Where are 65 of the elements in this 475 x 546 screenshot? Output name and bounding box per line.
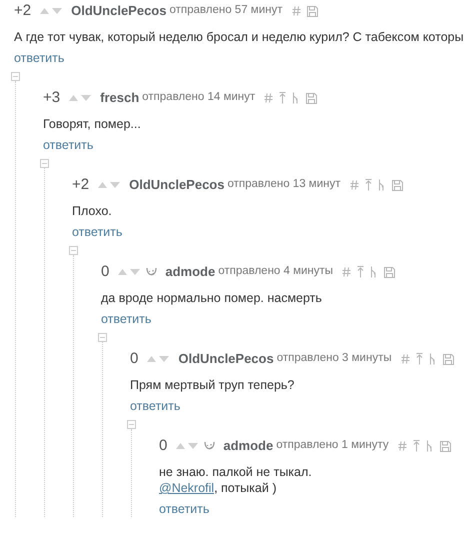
hash-icon[interactable] [350, 180, 358, 190]
comment-rating: 0 [130, 348, 138, 369]
comment-author[interactable]: OldUnclePecos [129, 175, 224, 195]
comment-time: отправлено 14 минут [142, 90, 256, 106]
branch-icon[interactable] [370, 266, 378, 278]
comment-rating: 0 [159, 436, 168, 456]
vote-arrows-icon[interactable] [68, 94, 92, 102]
branch-icon[interactable] [428, 353, 437, 365]
collapse-icon[interactable] [98, 333, 107, 342]
branch-icon[interactable] [378, 179, 386, 191]
reply-link[interactable]: ответить [14, 48, 64, 68]
comment-text: Плохо. [72, 203, 113, 219]
comment-time: отправлено 1 минуту [276, 438, 389, 454]
hash-icon[interactable] [400, 354, 410, 364]
vote-arrows-icon[interactable] [39, 7, 64, 15]
collapse-icon[interactable] [127, 420, 136, 429]
branch-icon[interactable] [426, 440, 434, 452]
vote-arrows-icon[interactable] [175, 442, 200, 450]
mention-link[interactable]: @Nekrofil [159, 481, 214, 495]
reply-link[interactable]: ответить [72, 222, 122, 242]
arrow-up-icon[interactable] [416, 353, 423, 365]
vote-arrows-icon[interactable] [97, 181, 122, 189]
comment-time: отправлено 13 минут [227, 177, 340, 192]
hash-icon[interactable] [342, 267, 352, 277]
comment-text: Прям мертвый труп теперь? [130, 377, 296, 393]
collapse-icon[interactable] [11, 72, 20, 81]
save-icon[interactable] [442, 354, 454, 364]
hash-icon[interactable] [398, 441, 407, 451]
comment-rating: +2 [72, 174, 90, 195]
hash-icon[interactable] [292, 6, 300, 16]
comment-text: Говорят, помер... [43, 116, 142, 132]
save-icon[interactable] [384, 266, 396, 278]
save-icon[interactable] [392, 180, 402, 190]
comment-author[interactable]: fresch [100, 88, 140, 108]
hash-icon[interactable] [264, 93, 274, 103]
comment-text: @Nekrofil, потыкай ) [159, 480, 278, 496]
arrow-up-icon[interactable] [279, 92, 286, 104]
reply-link[interactable]: ответить [101, 310, 152, 328]
comment-text: А где тот чувак, который неделю бросал и неделю курил? С табексом которы [14, 29, 465, 45]
save-icon[interactable] [306, 92, 318, 104]
reply-link[interactable]: ответить [159, 500, 210, 518]
comment-text: да вроде нормально помер. насмерть [101, 290, 323, 306]
arrow-up-icon[interactable] [357, 266, 364, 278]
arrow-up-icon[interactable] [412, 440, 420, 452]
comment-author[interactable]: admode [165, 262, 216, 282]
reply-link[interactable]: ответить [43, 136, 94, 154]
reply-link[interactable]: ответить [130, 396, 180, 416]
comment-author[interactable]: OldUnclePecos [71, 1, 166, 21]
save-icon[interactable] [440, 440, 451, 452]
comment-time: отправлено 57 минут [169, 3, 282, 18]
collapse-icon[interactable] [40, 159, 49, 168]
save-icon[interactable] [306, 6, 318, 16]
comment-time: отправлено 4 минуты [218, 264, 334, 280]
comment-rating: +2 [14, 0, 32, 21]
comment-text: не знаю. палкой не тыкал. [159, 464, 313, 480]
comment-rating: 0 [101, 262, 110, 282]
branch-icon[interactable] [292, 92, 300, 104]
comment-author[interactable]: admode [223, 436, 274, 456]
comment-time: отправлено 3 минуты [276, 351, 392, 366]
arrow-up-icon[interactable] [364, 179, 372, 191]
comment-author[interactable]: OldUnclePecos [178, 349, 274, 369]
vote-arrows-icon[interactable] [146, 355, 170, 363]
comment-rating: +3 [43, 88, 60, 108]
vote-arrows-icon[interactable] [117, 268, 142, 276]
collapse-icon[interactable] [69, 246, 78, 255]
